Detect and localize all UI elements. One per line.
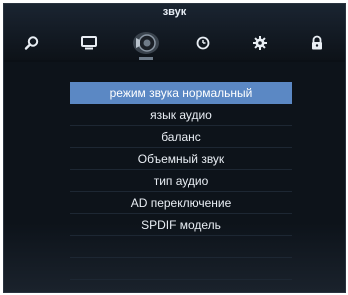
menu-item[interactable]: Объемный звук — [70, 148, 292, 170]
menu-item[interactable]: режим звука нормальный — [70, 82, 292, 104]
menu-item-empty — [70, 236, 292, 258]
menu-item[interactable]: баланс — [70, 126, 292, 148]
menu-item[interactable]: язык аудио — [70, 104, 292, 126]
tv-menu-screen: звук режим звука нормальный язык аудио б… — [3, 3, 346, 293]
tab-picture[interactable] — [72, 27, 106, 59]
tab-bar — [4, 26, 345, 60]
menu-item[interactable]: SPDIF модель — [70, 214, 292, 236]
lock-icon — [311, 35, 322, 50]
tab-sound[interactable] — [129, 27, 163, 60]
clock-icon — [196, 36, 210, 50]
tab-lock[interactable] — [300, 27, 334, 59]
menu-panel: режим звука нормальный язык аудио баланс Об… — [4, 62, 345, 292]
menu-header: звук — [4, 4, 345, 60]
monitor-icon — [81, 36, 98, 50]
menu-item[interactable]: тип аудио — [70, 170, 292, 192]
gear-icon — [252, 36, 267, 50]
speaker-icon — [133, 32, 160, 54]
menu-item[interactable]: AD переключение — [70, 192, 292, 214]
tab-search[interactable] — [15, 27, 49, 59]
search-icon — [25, 36, 39, 50]
sound-menu-list: режим звука нормальный язык аудио баланс Об… — [70, 82, 292, 280]
tab-settings[interactable] — [243, 27, 277, 59]
tab-time[interactable] — [186, 27, 220, 59]
menu-item-empty — [70, 258, 292, 280]
menu-title: звук — [162, 6, 187, 18]
